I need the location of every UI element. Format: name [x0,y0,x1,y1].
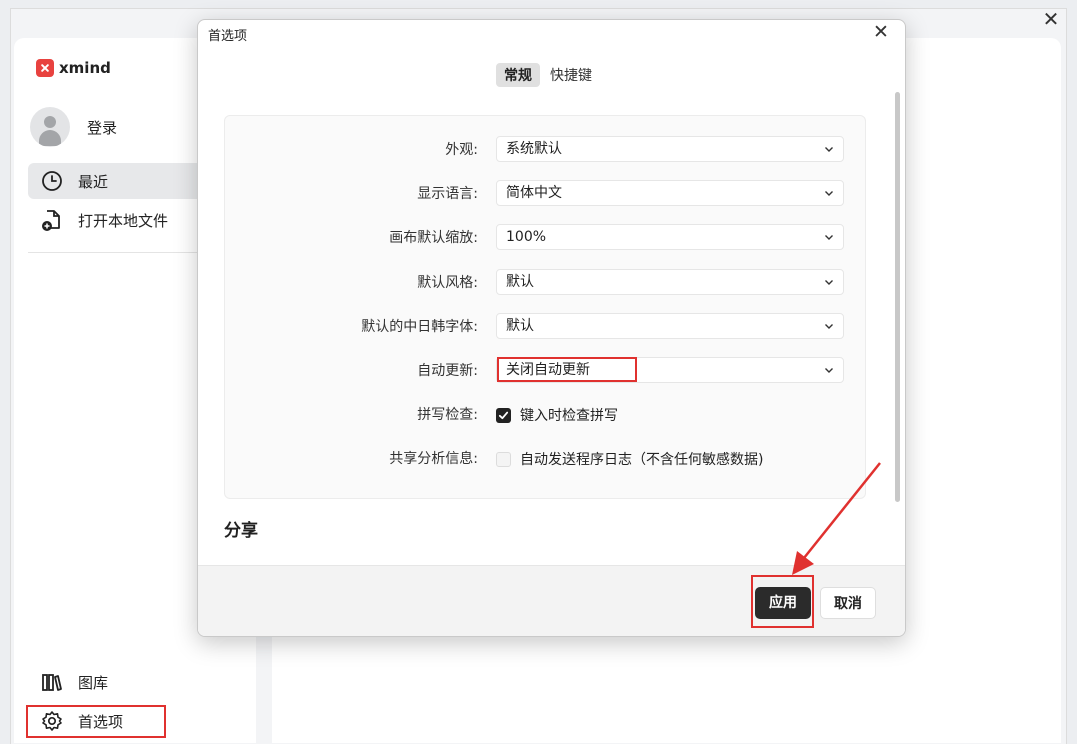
setting-appearance: 外观: 系统默认 [225,136,865,164]
canvas-zoom-select[interactable]: 100% [496,224,844,250]
window-close-icon[interactable]: ✕ [1040,8,1062,30]
share-analytics-option: 自动发送程序日志（不含任何敏感数据) [496,449,763,469]
setting-share-analytics: 共享分析信息: 自动发送程序日志（不含任何敏感数据) [225,445,865,473]
tab-shortcuts[interactable]: 快捷键 [542,63,600,87]
default-style-select[interactable]: 默认 [496,269,844,295]
select-value: 简体中文 [506,185,562,201]
sidebar-item-label: 图库 [78,673,109,692]
select-value: 100% [506,229,547,245]
chevron-down-icon [825,280,833,285]
setting-label: 显示语言: [417,186,478,202]
share-analytics-checkbox[interactable] [496,451,511,467]
sidebar-item-library[interactable]: 图库 [28,664,228,700]
setting-label: 外观: [445,142,478,158]
open-file-icon [40,208,64,232]
checkbox-label[interactable]: 键入时检查拼写 [520,405,618,425]
library-icon [40,670,64,694]
tab-general[interactable]: 常规 [496,63,540,87]
setting-label: 画布默认缩放: [389,230,478,246]
general-settings-card: 外观: 系统默认 显示语言: 简体中文 画布默认缩放: 100% 默认风格: 默… [224,115,866,499]
sidebar-item-label: 打开本地文件 [78,211,169,230]
app-name: xmind [59,59,111,77]
app-logo: xmind [36,57,111,79]
spell-check-checkbox[interactable] [496,407,511,423]
chevron-down-icon [825,147,833,152]
setting-cjk-font: 默认的中日韩字体: 默认 [225,313,865,341]
select-value: 默认 [506,318,534,334]
dialog-title: 首选项 [208,29,248,44]
setting-label: 自动更新: [417,363,478,379]
scrollbar[interactable] [895,92,900,502]
setting-label: 默认风格: [417,275,478,291]
setting-canvas-zoom: 画布默认缩放: 100% [225,224,865,252]
setting-auto-update: 自动更新: 关闭自动更新 [225,357,865,385]
setting-spell-check: 拼写检查: 键入时检查拼写 [225,401,865,429]
xmind-logo-icon [36,59,54,77]
auto-update-highlight [497,357,637,382]
language-select[interactable]: 简体中文 [496,180,844,206]
share-section-title: 分享 [224,521,258,541]
cjk-font-select[interactable]: 默认 [496,313,844,339]
chevron-down-icon [825,324,833,329]
chevron-down-icon [825,235,833,240]
dialog-close-icon[interactable]: ✕ [870,21,892,43]
select-value: 系统默认 [506,141,562,157]
login-label[interactable]: 登录 [87,117,117,138]
chevron-down-icon [825,191,833,196]
clock-icon [40,169,64,193]
sidebar-item-label: 最近 [78,172,109,191]
login-row[interactable]: 登录 [30,106,117,148]
dialog-tabs: 常规 快捷键 [496,63,602,87]
chevron-down-icon [825,368,833,373]
spell-check-option: 键入时检查拼写 [496,405,618,425]
setting-label: 共享分析信息: [389,451,478,467]
cancel-button[interactable]: 取消 [820,587,876,619]
setting-label: 拼写检查: [417,407,478,423]
checkbox-label[interactable]: 自动发送程序日志（不含任何敏感数据) [520,449,763,469]
annotation-arrow-icon [792,462,881,575]
select-value: 默认 [506,274,534,290]
setting-language: 显示语言: 简体中文 [225,180,865,208]
checkmark-icon [498,411,509,419]
preferences-highlight [26,705,166,738]
avatar[interactable] [30,107,70,147]
appearance-select[interactable]: 系统默认 [496,136,844,162]
setting-default-style: 默认风格: 默认 [225,269,865,297]
setting-label: 默认的中日韩字体: [361,319,478,335]
